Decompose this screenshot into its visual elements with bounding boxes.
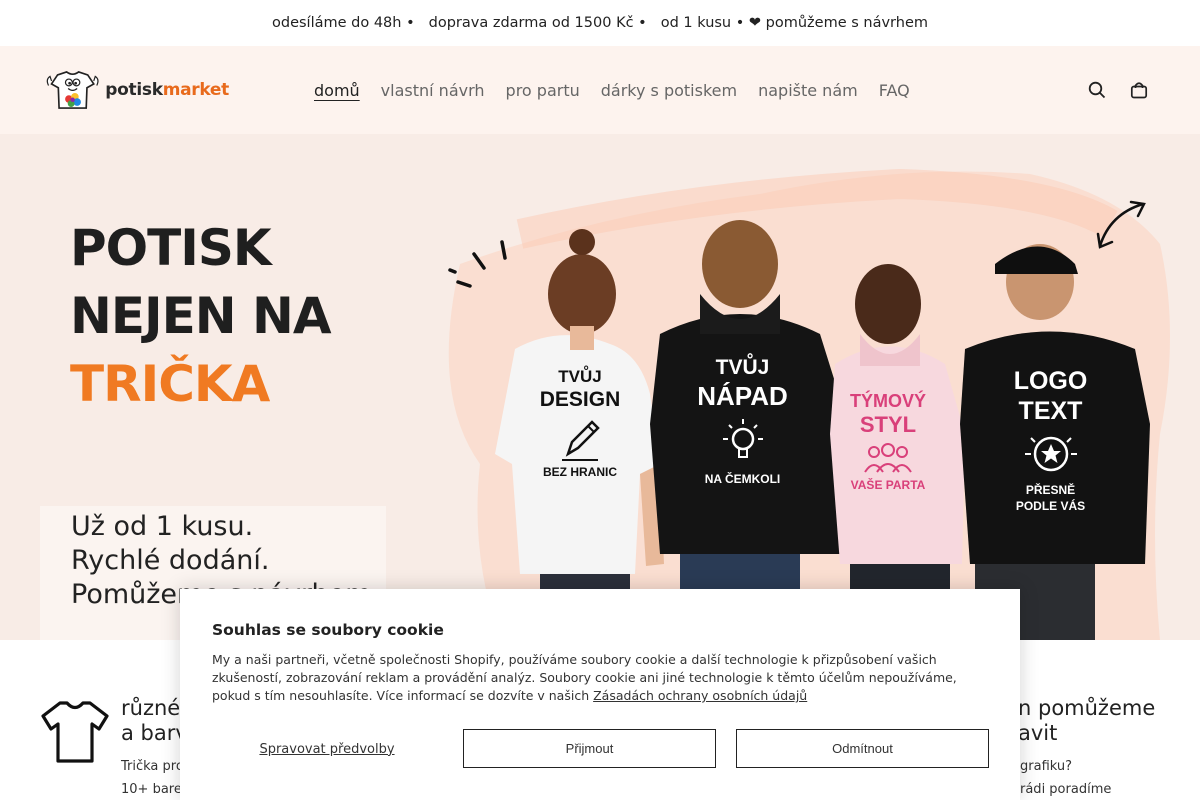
header-actions (1088, 46, 1148, 134)
decline-button[interactable]: Odmítnout (736, 729, 989, 768)
benefit-text-line: rádi poradíme (1020, 782, 1112, 797)
shirt-print-top: TÝMOVÝ (849, 391, 926, 411)
benefit-title-line: a barv (121, 721, 188, 745)
accept-button[interactable]: Přijmout (463, 729, 716, 768)
shirt-print-bottom: VAŠE PARTA (850, 478, 926, 492)
shirt-print-main: DESIGN (539, 388, 621, 411)
announcement-item: doprava zdarma od 1500 Kč • (428, 15, 647, 31)
shirt-print-bottom: PŘESNĚ PODLE VÁS (1015, 483, 1086, 513)
nav-item-gifts[interactable]: dárky s potiskem (601, 81, 737, 100)
shirt-print-main: STYL (859, 412, 917, 437)
pencil-icon (535, 413, 625, 465)
shirt-print-1: TVŮJ DESIGN BEZ HRANIC (535, 367, 625, 479)
hero-title-accent: TRIČKA (70, 355, 270, 413)
manage-preferences-link[interactable]: Spravovat předvolby (212, 742, 442, 757)
announcement-bar: odesíláme do 48h • doprava zdarma od 150… (0, 0, 1200, 46)
nav-item-faq[interactable]: FAQ (879, 81, 910, 100)
shirt-print-3: TÝMOVÝ STYL VAŠE PARTA (843, 390, 933, 492)
benefit-title-line: n pomůžeme (1018, 696, 1156, 720)
hero-title: POTISK NEJEN NA TRIČKA (70, 214, 332, 418)
hero-title-line: NEJEN NA (70, 287, 332, 345)
hero-title-line: POTISK (70, 219, 272, 277)
nav-item-for-group[interactable]: pro partu (506, 81, 580, 100)
tshirt-mascot-icon (46, 70, 99, 109)
shirt-print-top: TVŮJ (715, 356, 770, 379)
nav-item-custom-design[interactable]: vlastní návrh (381, 81, 485, 100)
announcement-item: odesíláme do 48h • (272, 15, 415, 31)
shirt-print-main: NÁPAD (697, 381, 788, 411)
cookie-actions: Spravovat předvolby Přijmout Odmítnout (212, 729, 989, 769)
benefit-title-line: avit (1018, 721, 1058, 745)
benefit-title-right: n pomůžeme avit (1018, 696, 1155, 746)
shirt-print-4: LOGO TEXT PŘESNĚ PODLE VÁS (998, 366, 1103, 514)
hero-subtitle-line: Už od 1 kusu. (71, 511, 254, 542)
tshirt-icon (40, 700, 110, 766)
logo-wordmark: potiskmarket (105, 80, 229, 100)
benefit-title-left: různé a barv (121, 696, 188, 746)
cookie-text: My a naši partneři, včetně společnosti S… (212, 651, 988, 705)
logo-text-part2: market (162, 80, 230, 100)
main-nav: domů vlastní návrh pro partu dárky s pot… (314, 46, 910, 134)
search-icon[interactable] (1088, 81, 1106, 99)
cookie-consent-dialog: Souhlas se soubory cookie My a naši part… (180, 589, 1020, 800)
site-header: potiskmarket domů vlastní návrh pro part… (0, 46, 1200, 134)
nav-item-contact[interactable]: napište nám (758, 81, 858, 100)
shirt-print-main: TEXT (1018, 397, 1083, 425)
logo[interactable]: potiskmarket (44, 60, 229, 120)
privacy-policy-link[interactable]: Zásadách ochrany osobních údajů (593, 688, 807, 703)
hero-subtitle-line: Rychlé dodání. (71, 545, 270, 576)
shirt-print-bottom: BEZ HRANIC (543, 465, 617, 479)
cookie-title: Souhlas se soubory cookie (212, 621, 444, 639)
group-icon (843, 438, 933, 478)
shirt-print-top: LOGO (1013, 367, 1088, 395)
logo-text-part1: potisk (105, 80, 163, 100)
benefit-text-right: grafiku? rádi poradíme (1020, 755, 1111, 800)
star-icon (998, 426, 1103, 482)
cookie-body-text: My a naši partneři, včetně společnosti S… (212, 652, 957, 703)
lightbulb-icon (690, 412, 795, 472)
nav-item-home[interactable]: domů (314, 81, 360, 100)
hero-banner: TVŮJ DESIGN BEZ HRANIC TVŮJ NÁPAD NA ČEM… (0, 134, 1200, 640)
shirt-print-bottom: NA ČEMKOLI (704, 472, 781, 486)
benefit-text-line: grafiku? (1020, 759, 1073, 774)
shirt-print-top: TVŮJ (558, 367, 602, 386)
shirt-print-2: TVŮJ NÁPAD NA ČEMKOLI (690, 356, 795, 486)
cart-icon[interactable] (1130, 81, 1148, 99)
announcement-item: od 1 kusu • ❤ pomůžeme s návrhem (660, 15, 928, 31)
benefit-title-line: různé (121, 696, 181, 720)
